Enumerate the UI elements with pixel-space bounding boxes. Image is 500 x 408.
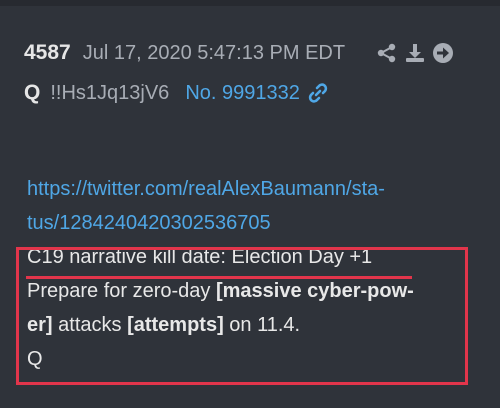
message-text: Prepare for zero-day [27,280,216,302]
share-icon[interactable] [376,42,398,64]
message-bold-text: er] [27,314,53,336]
post-date: Jul 17, 2020 5:47:13 PM EDT [82,41,346,64]
link-icon[interactable] [306,81,330,105]
post-number-link[interactable]: No. 9991332 [185,82,300,105]
message-bold-text: [attempts] [127,314,224,336]
message-text: on 11.4. [223,314,301,336]
post-meta: 4587 Jul 17, 2020 5:47:13 PM EDT [24,38,345,68]
author-name: Q [24,81,41,104]
download-icon[interactable] [404,42,426,64]
message-line-2: Prepare for zero-day [massive cyber-pow- [27,274,477,308]
tweet-link-line2[interactable]: tus/1284240420302536705 [27,212,271,234]
message-line-3: er] attacks [attempts] on 11.4. [27,308,477,342]
post-body: https://twitter.com/realAlexBaumann/sta-… [27,172,477,376]
signature: Q [27,348,43,370]
tweet-link-line1[interactable]: https://twitter.com/realAlexBaumann/sta- [27,178,385,200]
message-bold-text: [massive cyber-pow- [215,280,414,302]
message-text: attacks [52,314,128,336]
tripcode: !!Hs1Jq13jV6 [50,81,170,104]
post-identity: Q !!Hs1Jq13jV6 No. 9991332 [24,78,330,108]
post-number[interactable]: 4587 [24,41,71,65]
message-line-1: C19 narrative kill date: Election Day +1 [27,246,373,268]
post-actions [376,42,454,64]
arrow-right-circle-icon[interactable] [432,42,454,64]
